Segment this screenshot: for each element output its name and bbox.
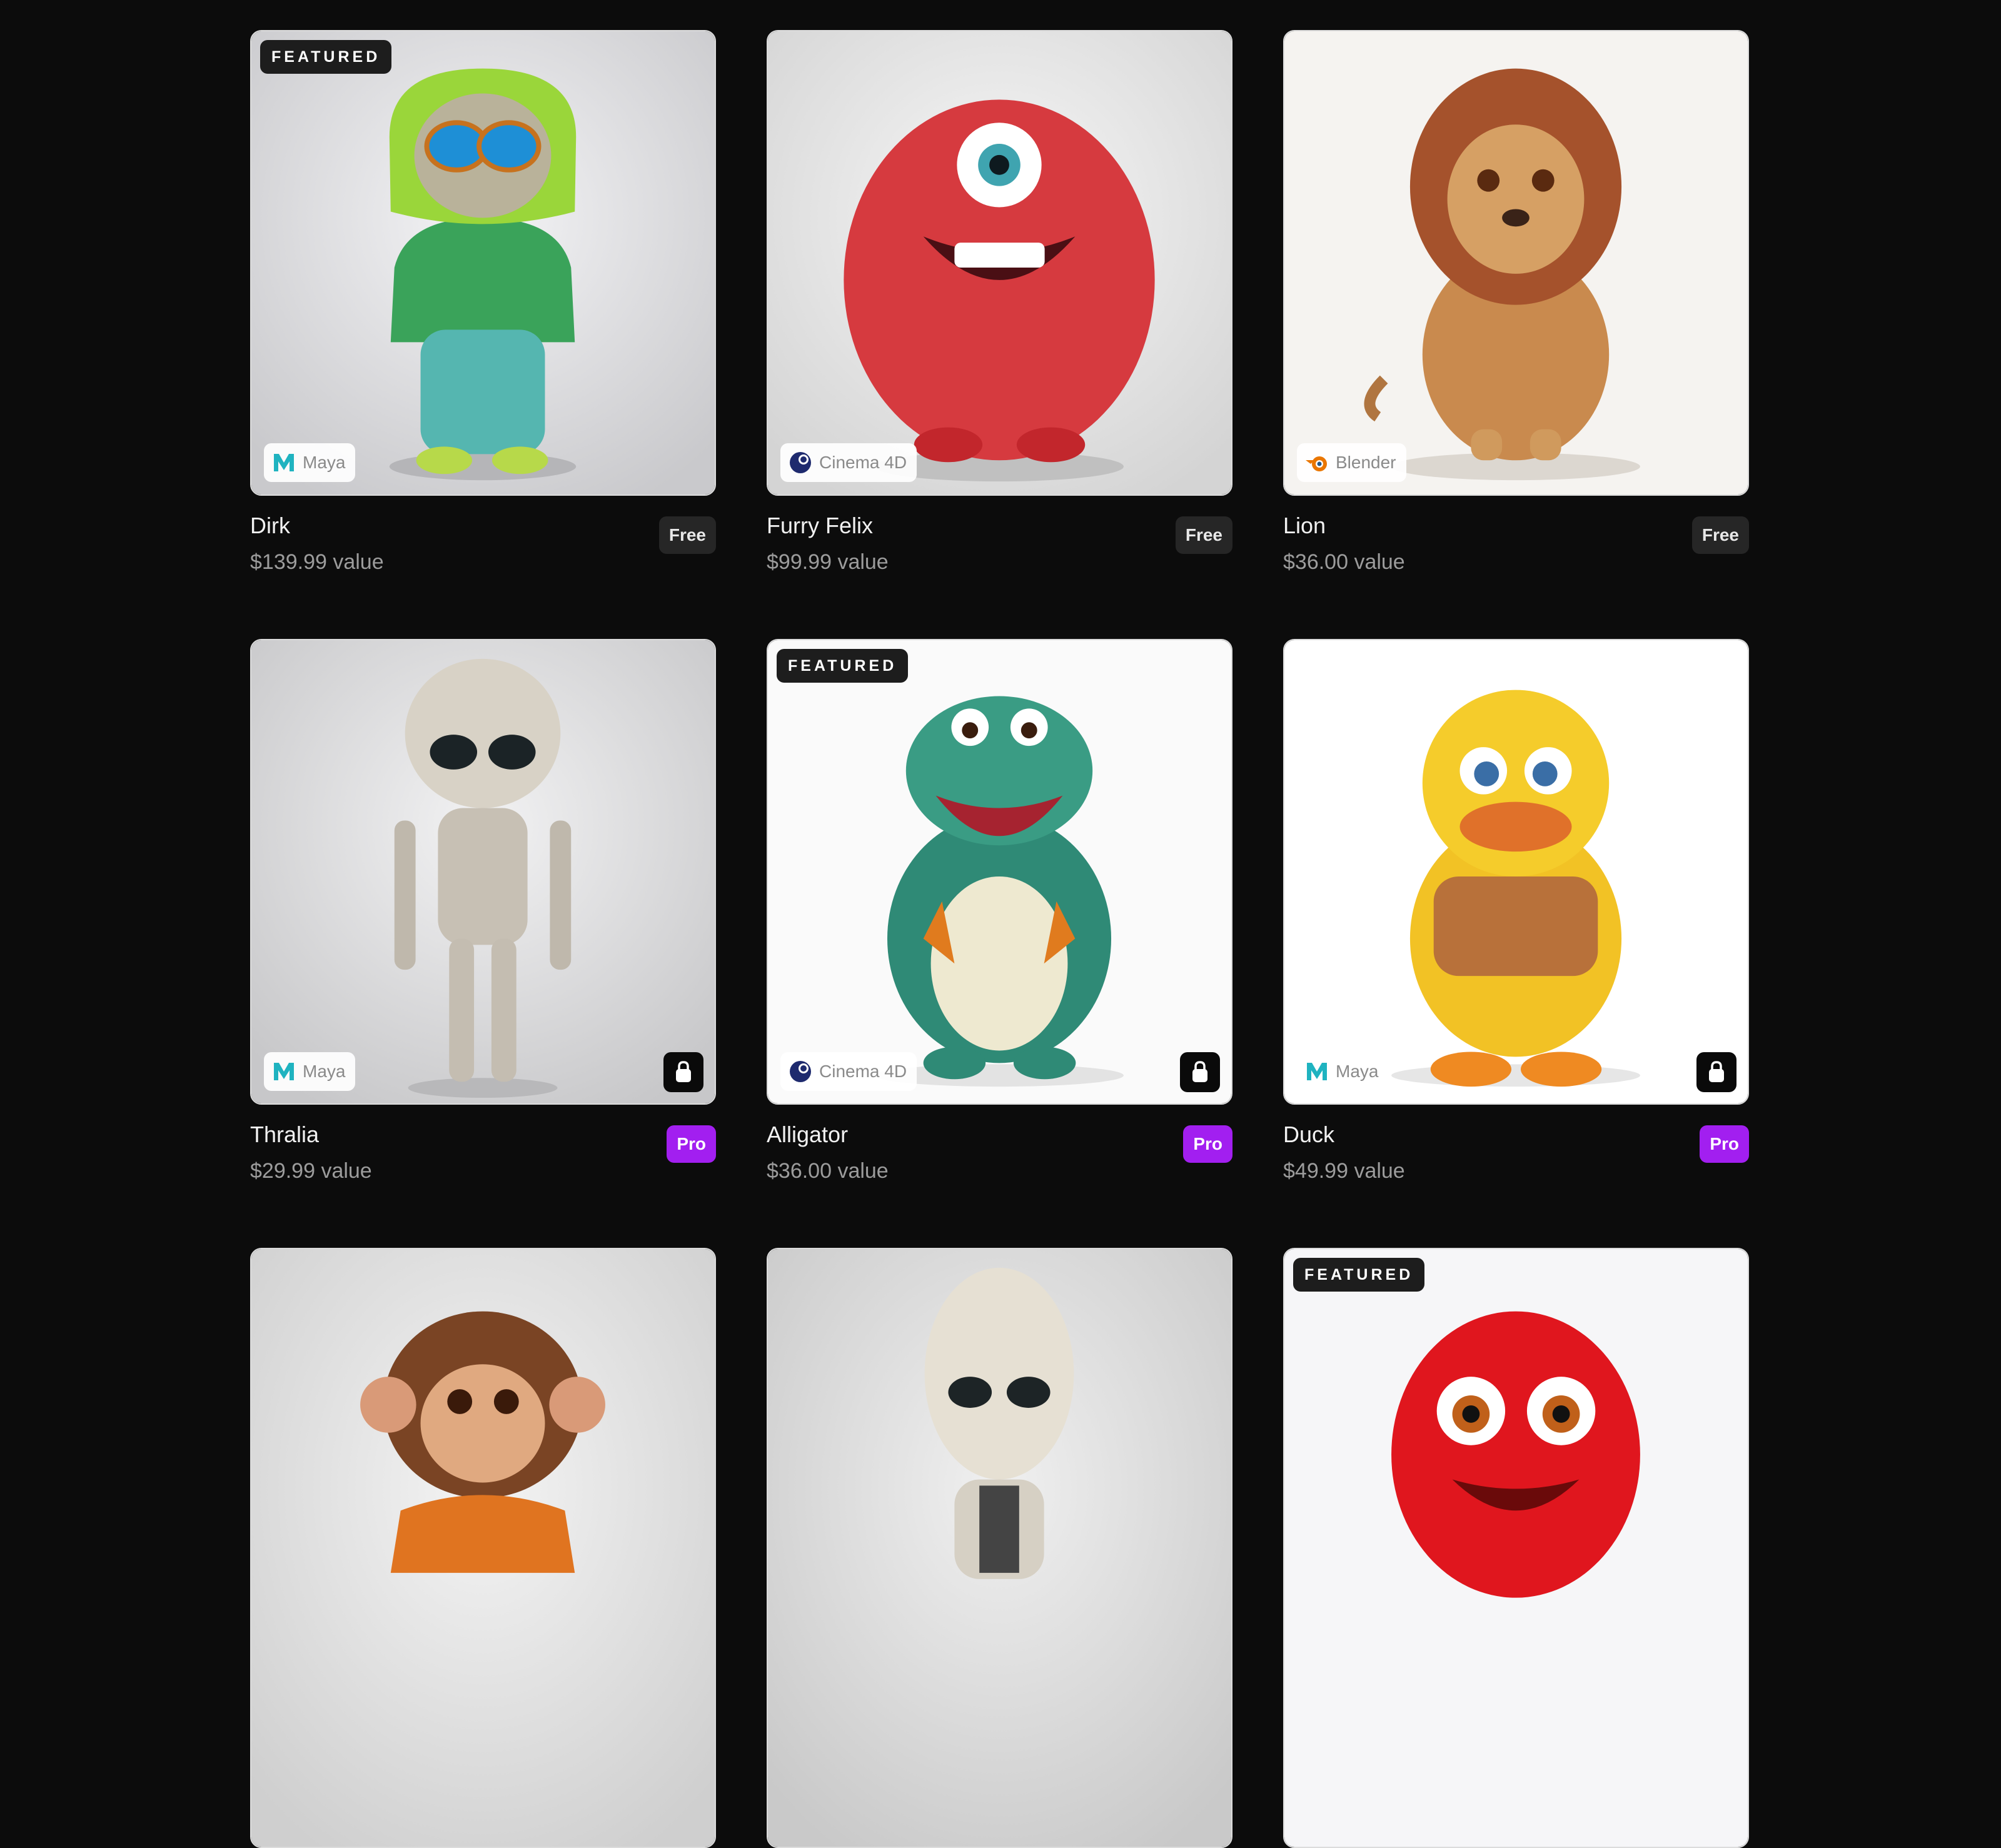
price-badge: Pro bbox=[1700, 1125, 1749, 1163]
card-title[interactable]: Alligator bbox=[767, 1122, 1232, 1148]
monkey-image bbox=[251, 1249, 715, 1847]
card-thumbnail[interactable]: FEATURED Maya bbox=[250, 30, 716, 496]
software-tag: Maya bbox=[1297, 1052, 1389, 1091]
card-thumbnail[interactable]: Maya bbox=[1283, 639, 1749, 1105]
software-label: Cinema 4D bbox=[819, 1062, 907, 1081]
featured-badge: FEATURED bbox=[260, 40, 392, 74]
card-thumbnail[interactable]: FEATURED Cinema 4D bbox=[767, 639, 1232, 1105]
alien-image bbox=[768, 1249, 1231, 1847]
card-lion[interactable]: Blender Lion $36.00 value Free bbox=[1283, 0, 1749, 609]
price-badge: Pro bbox=[1183, 1125, 1232, 1163]
card-thumbnail[interactable] bbox=[250, 1248, 716, 1848]
card-duck[interactable]: Maya Duck $49.99 value Pro bbox=[1283, 609, 1749, 1218]
card-value: $99.99 value bbox=[767, 550, 889, 574]
software-tag: Maya bbox=[264, 1052, 356, 1091]
card-title[interactable]: Lion bbox=[1283, 513, 1749, 539]
card-title[interactable]: Thralia bbox=[250, 1122, 716, 1148]
thralia-image bbox=[251, 640, 715, 1103]
card-monkey[interactable] bbox=[250, 1218, 716, 1848]
card-dirk[interactable]: FEATURED Maya Dirk $139.99 value Free bbox=[250, 0, 716, 609]
card-alien[interactable] bbox=[767, 1218, 1232, 1848]
software-label: Maya bbox=[303, 1062, 346, 1081]
maya-icon bbox=[274, 454, 294, 471]
card-meta: Furry Felix $99.99 value Free bbox=[767, 513, 1232, 575]
card-value: $36.00 value bbox=[767, 1159, 889, 1183]
software-tag: Maya bbox=[264, 443, 356, 482]
dirk-image bbox=[251, 31, 715, 495]
lock-icon bbox=[663, 1052, 703, 1092]
card-alligator[interactable]: FEATURED Cinema 4D Alligator $36.00 valu… bbox=[767, 609, 1232, 1218]
card-value: $29.99 value bbox=[250, 1159, 372, 1183]
price-badge: Pro bbox=[667, 1125, 716, 1163]
blender-icon bbox=[1306, 456, 1327, 471]
lock-icon bbox=[1180, 1052, 1220, 1092]
cinema-4d-icon bbox=[790, 452, 811, 473]
card-title[interactable]: Furry Felix bbox=[767, 513, 1232, 539]
maya-icon bbox=[274, 1063, 294, 1080]
card-meta: Duck $49.99 value Pro bbox=[1283, 1122, 1749, 1183]
card-furry-felix[interactable]: Cinema 4D Furry Felix $99.99 value Free bbox=[767, 0, 1232, 609]
lock-icon bbox=[1696, 1052, 1736, 1092]
software-label: Blender bbox=[1336, 453, 1396, 472]
software-tag: Cinema 4D bbox=[780, 443, 917, 482]
price-badge: Free bbox=[1691, 516, 1749, 554]
card-value: $139.99 value bbox=[250, 550, 384, 574]
card-thumbnail[interactable]: Maya bbox=[250, 639, 716, 1105]
software-label: Cinema 4D bbox=[819, 453, 907, 472]
red-blob-image bbox=[1284, 1249, 1748, 1847]
card-thumbnail[interactable]: Blender bbox=[1283, 30, 1749, 496]
software-tag: Cinema 4D bbox=[780, 1052, 917, 1091]
featured-badge: FEATURED bbox=[1293, 1258, 1425, 1292]
software-label: Maya bbox=[1336, 1062, 1379, 1081]
cinema-4d-icon bbox=[790, 1061, 811, 1082]
card-meta: Lion $36.00 value Free bbox=[1283, 513, 1749, 575]
software-tag: Blender bbox=[1297, 443, 1406, 482]
card-title[interactable]: Dirk bbox=[250, 513, 716, 539]
card-red-blob[interactable]: FEATURED bbox=[1283, 1218, 1749, 1848]
furry-felix-image bbox=[768, 31, 1231, 495]
software-label: Maya bbox=[303, 453, 346, 472]
featured-badge: FEATURED bbox=[777, 649, 909, 683]
card-thumbnail[interactable]: FEATURED bbox=[1283, 1248, 1749, 1848]
card-title[interactable]: Duck bbox=[1283, 1122, 1749, 1148]
maya-icon bbox=[1307, 1063, 1327, 1080]
card-meta: Dirk $139.99 value Free bbox=[250, 513, 716, 575]
card-meta: Thralia $29.99 value Pro bbox=[250, 1122, 716, 1183]
card-meta: Alligator $36.00 value Pro bbox=[767, 1122, 1232, 1183]
card-value: $36.00 value bbox=[1283, 550, 1405, 574]
duck-image bbox=[1284, 640, 1748, 1103]
card-thumbnail[interactable] bbox=[767, 1248, 1232, 1848]
lion-image bbox=[1284, 31, 1748, 495]
price-badge: Free bbox=[1175, 516, 1232, 554]
alligator-image bbox=[768, 640, 1231, 1103]
price-badge: Free bbox=[658, 516, 716, 554]
character-grid: FEATURED Maya Dirk $139.99 value Free Ci… bbox=[250, 0, 1751, 1848]
card-thumbnail[interactable]: Cinema 4D bbox=[767, 30, 1232, 496]
card-thralia[interactable]: Maya Thralia $29.99 value Pro bbox=[250, 609, 716, 1218]
card-value: $49.99 value bbox=[1283, 1159, 1405, 1183]
